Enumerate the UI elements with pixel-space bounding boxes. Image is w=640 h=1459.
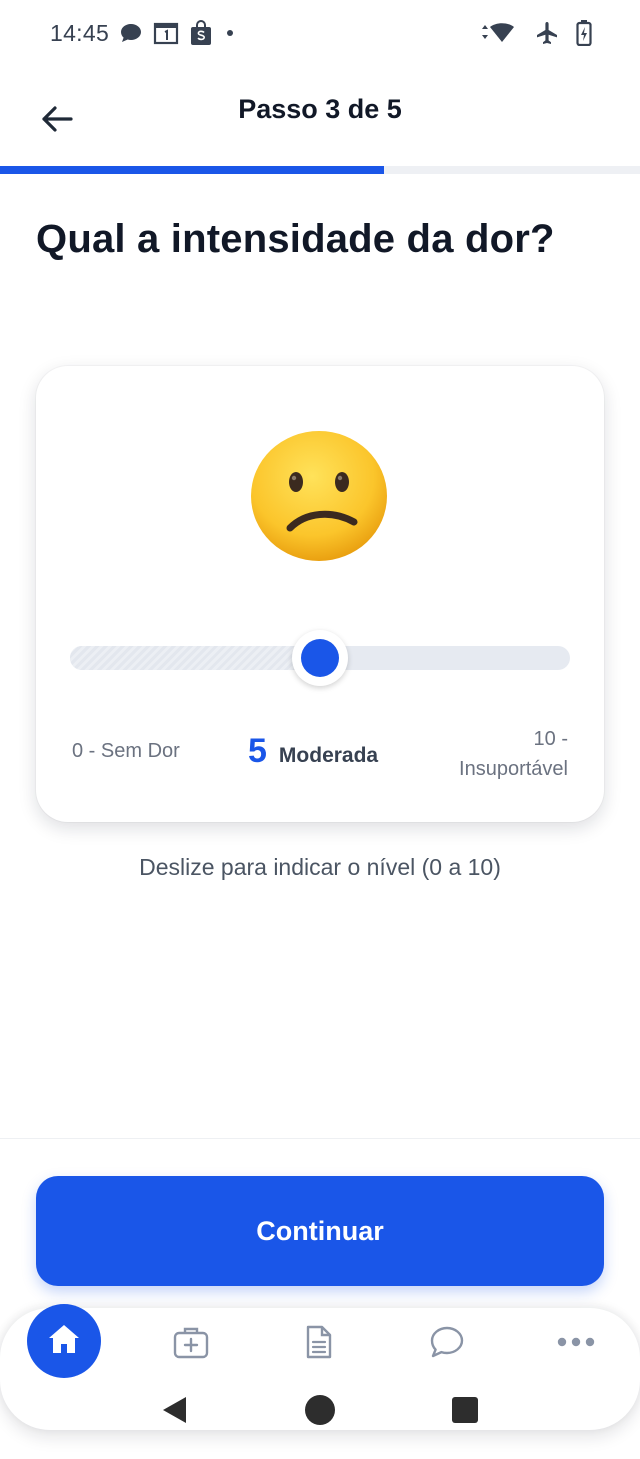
screen: 14:45 Passo 3 de 5 Qual a intensidade da… — [0, 0, 640, 1459]
continue-button[interactable]: Continuar — [36, 1176, 604, 1286]
triangle-back-icon — [160, 1395, 188, 1430]
bottom-nav-row — [0, 1304, 640, 1380]
status-right — [478, 20, 592, 46]
nav-documents[interactable] — [289, 1316, 349, 1372]
progress-bar — [0, 166, 640, 174]
header: Passo 3 de 5 — [0, 80, 640, 160]
scale-max-label-line1: 10 - — [533, 728, 568, 750]
pain-scale-card: 0 - Sem Dor 5 Moderada 10 - Insuportável — [36, 366, 604, 822]
more-icon — [556, 1335, 596, 1353]
page-title: Passo 3 de 5 — [238, 94, 402, 124]
slider-thumb-dot — [301, 639, 339, 677]
airplane-icon — [534, 20, 560, 46]
system-recents-button[interactable] — [445, 1392, 485, 1432]
battery-charging-icon — [576, 20, 592, 46]
pain-slider[interactable] — [70, 630, 570, 686]
status-bar: 14:45 — [0, 0, 640, 66]
wifi-icon — [478, 21, 518, 45]
divider — [0, 1138, 640, 1139]
circle-home-icon — [304, 1394, 336, 1431]
system-back-button[interactable] — [154, 1392, 194, 1432]
question-title: Qual a intensidade da dor? — [36, 217, 555, 261]
document-icon — [303, 1324, 335, 1365]
home-icon — [46, 1322, 82, 1361]
scale-max-label-line2: Insuportável — [459, 758, 568, 780]
slider-thumb[interactable] — [292, 630, 348, 686]
dot-icon — [223, 26, 237, 40]
nav-medical[interactable] — [161, 1316, 221, 1372]
bottom-navigation — [0, 1304, 640, 1432]
scale-min-label: 0 - Sem Dor — [72, 740, 180, 762]
current-value: 5 Moderada — [248, 732, 378, 771]
slider-fill — [70, 646, 320, 670]
nav-home[interactable] — [27, 1304, 101, 1378]
chat-bubble-icon — [119, 22, 143, 44]
calendar-icon — [153, 21, 179, 45]
status-time: 14:45 — [50, 19, 110, 46]
square-recents-icon — [451, 1396, 479, 1429]
confused-face-icon — [250, 430, 388, 562]
system-navigation — [0, 1392, 640, 1432]
chat-icon — [428, 1324, 466, 1365]
status-left: 14:45 — [50, 20, 237, 47]
scale-max-label: 10 - Insuportável — [408, 724, 568, 784]
system-home-button[interactable] — [300, 1392, 340, 1432]
nav-chat[interactable] — [417, 1316, 477, 1372]
progress-fill — [0, 166, 384, 174]
current-value-number: 5 — [248, 732, 267, 770]
medical-kit-icon — [172, 1324, 210, 1365]
slider-hint: Deslize para indicar o nível (0 a 10) — [139, 854, 501, 880]
current-value-label: Moderada — [278, 744, 379, 767]
shop-bag-icon — [189, 20, 213, 46]
nav-more[interactable] — [546, 1316, 606, 1372]
